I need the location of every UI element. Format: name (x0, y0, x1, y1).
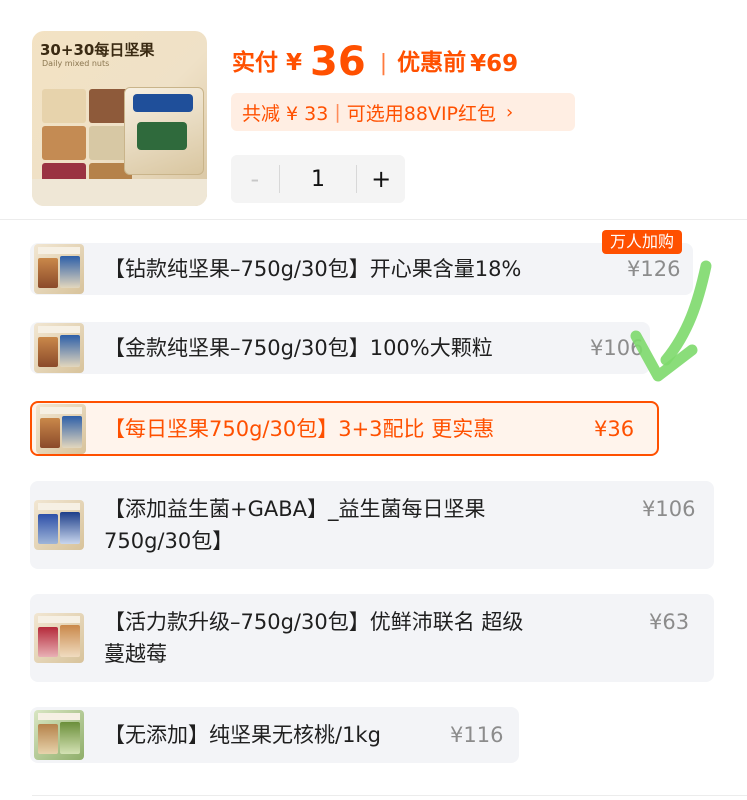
product-image-brand: 30+30每日坚果 (40, 41, 155, 59)
sku-option[interactable]: 【活力款升级–750g/30包】优鲜沛联名 超级 蔓越莓 ¥63 (30, 594, 714, 682)
product-image[interactable]: 30+30每日坚果 Daily mixed nuts (32, 31, 207, 206)
sku-option-name-line1: 【活力款升级–750g/30包】优鲜沛联名 超级 (104, 610, 524, 634)
promo-vip-coupon: 可选用88VIP红包 (346, 102, 497, 125)
promo-saving: 共减 ¥ 33 (242, 102, 329, 125)
increase-quantity-button[interactable]: + (357, 165, 405, 193)
sku-option-price: ¥63 (649, 610, 690, 634)
product-image-box (124, 87, 204, 175)
sku-thumbnail (34, 710, 84, 760)
sku-option-price: ¥116 (450, 723, 504, 747)
hot-badge: 万人加购 (602, 230, 683, 254)
decrease-quantity-button[interactable]: - (231, 165, 279, 193)
sku-thumbnail (34, 323, 84, 373)
sku-option-price: ¥106 (642, 497, 696, 521)
sku-option-name-line1: 【添加益生菌+GABA】_益生菌每日坚果 (104, 497, 486, 521)
sku-option-name: 【每日坚果750g/30包】3+3配比 更实惠 (104, 417, 495, 441)
sku-thumbnail (34, 613, 84, 663)
sku-option[interactable]: 【添加益生菌+GABA】_益生菌每日坚果 750g/30包】 ¥106 (30, 481, 714, 569)
section-divider (32, 795, 747, 796)
product-image-subtitle: Daily mixed nuts (42, 59, 110, 68)
sku-thumbnail (36, 403, 86, 454)
section-divider (0, 219, 747, 220)
sku-option-name-line2: 蔓越莓 (104, 642, 167, 666)
annotation-arrow-icon (630, 260, 712, 382)
final-price-value: 36 (310, 39, 366, 85)
original-price-value: ¥69 (470, 51, 519, 77)
sku-option[interactable]: 【无添加】纯坚果无核桃/1kg ¥116 (30, 707, 519, 763)
sku-option[interactable]: 【金款纯坚果–750g/30包】100%大颗粒 ¥106 (30, 322, 650, 374)
sku-option-name: 【无添加】纯坚果无核桃/1kg (104, 723, 381, 747)
quantity-stepper: - 1 + (231, 155, 405, 203)
quantity-value[interactable]: 1 (280, 167, 357, 192)
chevron-right-icon: › (506, 101, 514, 123)
product-image-pedestal (32, 179, 207, 206)
price-separator: | (379, 51, 388, 76)
sku-option-name-line2: 750g/30包】 (104, 529, 234, 553)
sku-option-name: 【金款纯坚果–750g/30包】100%大颗粒 (104, 336, 493, 360)
price-line: 实付 ¥ 36 | 优惠前 ¥69 (232, 36, 518, 82)
sku-option-selected[interactable]: 【每日坚果750g/30包】3+3配比 更实惠 ¥36 (30, 401, 659, 456)
promo-separator: | (334, 101, 341, 123)
sku-option-name: 【钻款纯坚果–750g/30包】开心果含量18% (104, 257, 522, 281)
promo-banner[interactable]: 共减 ¥ 33 | 可选用88VIP红包 › (231, 93, 575, 131)
original-price-label: 优惠前 (397, 50, 467, 76)
sku-option-price: ¥36 (594, 417, 635, 441)
sku-thumbnail (34, 500, 84, 550)
sku-thumbnail (34, 244, 84, 294)
final-price-label: 实付 ¥ (232, 50, 303, 76)
sku-option[interactable]: 【钻款纯坚果–750g/30包】开心果含量18% ¥126 (30, 243, 693, 295)
